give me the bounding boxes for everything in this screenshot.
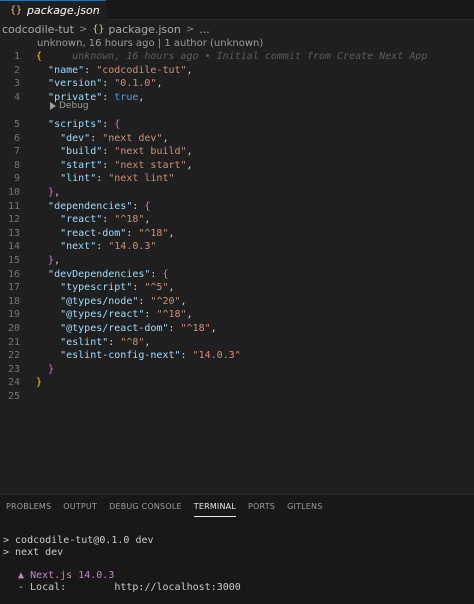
- json-key: "typescript": [60, 282, 133, 294]
- json-value: "codcodile-tut": [96, 64, 187, 76]
- json-key: "devDependencies": [48, 268, 151, 280]
- json-value: "^5": [144, 282, 169, 294]
- json-key: "build": [60, 146, 103, 158]
- json-key: "@types/node": [60, 295, 139, 307]
- nextjs-version: Next.js 14.0.3: [30, 570, 115, 581]
- triangle-icon: ▲: [18, 570, 25, 581]
- breadcrumb-more[interactable]: ...: [199, 23, 210, 36]
- line-number: 1: [13, 51, 20, 62]
- brace: }: [36, 377, 43, 389]
- json-key: "start": [60, 159, 103, 171]
- line-number: 21: [7, 336, 20, 348]
- json-value: "next lint": [108, 173, 175, 185]
- json-key: "@types/react-dom": [60, 323, 169, 334]
- json-value: "14.0.3": [108, 241, 157, 253]
- tab-gitlens[interactable]: GITLENS: [281, 495, 328, 519]
- local-url[interactable]: http://localhost:3000: [114, 582, 240, 593]
- line-number: 9: [13, 173, 20, 185]
- line-number: 25: [7, 391, 20, 402]
- json-key: "scripts": [48, 119, 103, 130]
- line-number: 20: [7, 323, 20, 334]
- terminal-output[interactable]: > codcodile-tut@0.1.0 dev > next dev ▲ N…: [0, 495, 241, 593]
- line-number: 12: [7, 214, 20, 226]
- line-number: 7: [13, 146, 20, 158]
- json-value: true: [114, 91, 139, 103]
- json-value: "14.0.3": [192, 350, 241, 362]
- debug-codelens[interactable]: Debug: [50, 101, 89, 111]
- tab-terminal[interactable]: TERMINAL: [188, 495, 242, 519]
- json-key: "react": [60, 214, 103, 226]
- chevron-right-icon: >: [78, 23, 88, 35]
- line-number: 22: [7, 350, 20, 362]
- line-number: 13: [7, 227, 20, 239]
- line-number: 19: [7, 309, 20, 321]
- bottom-panel: PROBLEMS OUTPUT DEBUG CONSOLE TERMINAL P…: [0, 494, 474, 604]
- json-key: "version": [48, 78, 103, 90]
- json-value: "^18": [180, 323, 211, 334]
- json-value: "next start": [114, 159, 187, 171]
- brace: {: [36, 51, 43, 62]
- line-number: 10: [7, 187, 20, 198]
- json-value: "^8": [120, 336, 145, 348]
- json-key: "lint": [60, 173, 97, 185]
- brace: }: [48, 363, 55, 375]
- brace: {: [162, 268, 169, 280]
- brace: {: [144, 200, 151, 212]
- breadcrumb-file[interactable]: package.json: [108, 23, 180, 36]
- json-value: "^18": [114, 214, 145, 226]
- line-number: 2: [13, 64, 20, 76]
- git-blame-header[interactable]: unknown, 16 hours ago | 1 author (unknow…: [37, 38, 263, 49]
- line-number: 3: [13, 78, 20, 90]
- json-value: "^18": [156, 309, 187, 321]
- inline-blame: unknown, 16 hours ago • Initial commit f…: [72, 51, 428, 62]
- json-key: "name": [48, 64, 85, 76]
- panel-tabs: PROBLEMS OUTPUT DEBUG CONSOLE TERMINAL P…: [0, 495, 474, 519]
- breadcrumb-folder[interactable]: codcodile-tut: [2, 23, 74, 36]
- breadcrumb: codcodile-tut > {} package.json > ...: [0, 20, 474, 38]
- json-file-icon: {}: [92, 23, 105, 35]
- tab-debug-console[interactable]: DEBUG CONSOLE: [103, 495, 188, 519]
- json-value: "next build": [114, 146, 187, 158]
- editor-tab-bar: {} package.json: [0, 0, 474, 20]
- chevron-right-icon: >: [185, 23, 195, 35]
- json-key: "dev": [60, 132, 91, 144]
- debug-label: Debug: [59, 101, 89, 111]
- line-number: 24: [7, 377, 20, 389]
- json-value: "0.1.0": [114, 78, 157, 90]
- tab-ports[interactable]: PORTS: [242, 495, 281, 519]
- json-value: "next dev": [102, 132, 163, 144]
- json-key: "next": [60, 241, 97, 253]
- brace: {: [114, 119, 121, 130]
- tab-package-json[interactable]: {} package.json: [0, 0, 106, 20]
- line-number: 8: [13, 159, 20, 171]
- tab-label: package.json: [27, 4, 100, 17]
- terminal-line: - Local: http://localhost:3000: [18, 581, 241, 594]
- line-number: 17: [7, 282, 20, 294]
- json-value: "^18": [138, 227, 169, 239]
- line-number: 14: [7, 241, 20, 253]
- json-key: "@types/react": [60, 309, 145, 321]
- json-key: "react-dom": [60, 227, 127, 239]
- line-number: 11: [7, 200, 20, 212]
- line-number: 15: [7, 255, 20, 266]
- json-file-icon: {}: [10, 5, 23, 16]
- json-value: "^20": [150, 295, 181, 307]
- line-number: 18: [7, 295, 20, 307]
- line-number: 16: [7, 268, 20, 280]
- tab-output[interactable]: OUTPUT: [57, 495, 103, 519]
- line-number: 4: [13, 91, 20, 103]
- json-key: "eslint": [60, 336, 109, 348]
- line-number: 23: [7, 363, 20, 375]
- json-key: "eslint-config-next": [60, 350, 181, 362]
- line-number: 5: [13, 119, 20, 130]
- json-key: "dependencies": [48, 200, 133, 212]
- line-number: 6: [13, 132, 20, 144]
- terminal-line: > next dev: [3, 547, 64, 558]
- play-icon: [50, 102, 56, 110]
- local-label: - Local:: [18, 582, 67, 593]
